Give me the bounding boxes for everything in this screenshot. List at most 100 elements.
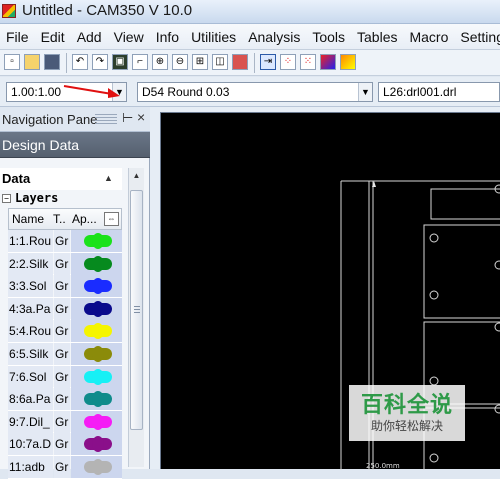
menu-add[interactable]: Add [77, 29, 102, 45]
layer-row[interactable]: 3:3.Sol Gr [8, 275, 122, 298]
design-data-tab[interactable]: Design Data [0, 132, 150, 158]
layers-table: 1:1.Rou Gr 2:2.Silk Gr 3:3.Sol Gr 4:3a.P… [8, 230, 122, 479]
zoom-all-icon[interactable]: ◫ [212, 54, 228, 70]
layer-appearance[interactable] [71, 410, 122, 433]
layer-type: Gr [54, 455, 70, 478]
layer-type: Gr [54, 365, 70, 388]
zoom-previous-icon[interactable] [232, 54, 248, 70]
chevron-down-icon[interactable]: ▼ [358, 83, 372, 101]
layer-row[interactable]: 5:4.Rou Gr [8, 320, 122, 343]
layer-name: 10:7a.D [8, 433, 53, 456]
layers-label: Layers [15, 191, 59, 205]
layer-row[interactable]: 7:6.Sol Gr [8, 365, 122, 389]
close-icon[interactable]: × [137, 109, 145, 125]
menu-analysis[interactable]: Analysis [248, 29, 300, 45]
layer-row[interactable]: 6:5.Silk Gr [8, 342, 122, 366]
layer-row[interactable]: 11:adb Gr [8, 455, 122, 479]
dcode-select[interactable]: D54 Round 0.03 ▼ [137, 82, 373, 102]
layer-type: Gr [54, 230, 70, 252]
layer-row[interactable]: 4:3a.Pa Gr [8, 297, 122, 321]
select-mode-icon[interactable]: ⇥ [260, 54, 276, 70]
scrollbar-thumb[interactable] [130, 190, 143, 430]
layers-column-header: Name T.. Ap... ⇔ [8, 208, 122, 230]
zoom-out-icon[interactable]: ⊖ [172, 54, 188, 70]
dcode-value: D54 Round 0.03 [142, 85, 230, 99]
menu-edit[interactable]: Edit [41, 29, 65, 45]
navigation-pane-title: Navigation Pane [2, 112, 98, 127]
navigation-scrollbar[interactable]: ▲ [128, 168, 144, 467]
menu-macro[interactable]: Macro [409, 29, 448, 45]
layer-row[interactable]: 10:7a.D Gr [8, 433, 122, 456]
menu-file[interactable]: File [6, 29, 29, 45]
drill-hole [494, 260, 500, 270]
pane-grip-handle[interactable] [95, 114, 117, 124]
menu-tools[interactable]: Tools [312, 29, 345, 45]
column-type[interactable]: T.. [53, 212, 66, 226]
new-file-icon[interactable]: ▫ [4, 54, 20, 70]
menu-view[interactable]: View [114, 29, 144, 45]
layer-colors-icon[interactable] [320, 54, 336, 70]
scroll-up-icon[interactable]: ▲ [129, 168, 144, 183]
snap-grid-icon[interactable]: ⁙ [300, 54, 316, 70]
layer-name: 9:7.Dil_ [8, 410, 53, 433]
redraw-icon[interactable]: ⌐ [132, 54, 148, 70]
collapse-up-icon[interactable]: ▲ [104, 173, 113, 183]
color-swatch [84, 300, 112, 317]
zoom-in-icon[interactable]: ⊕ [152, 54, 168, 70]
layer-name: 6:5.Silk [8, 342, 53, 365]
toolbar-separator [254, 53, 255, 73]
layer-row[interactable]: 9:7.Dil_ Gr [8, 410, 122, 434]
layer-select[interactable]: L26:drl001.drl [378, 82, 500, 102]
layer-name: 4:3a.Pa [8, 297, 53, 320]
save-disk-icon[interactable] [44, 54, 60, 70]
drill-hole [494, 322, 500, 332]
color-swatch [84, 345, 112, 362]
layer-type: Gr [54, 342, 70, 365]
layer-row[interactable]: 2:2.Silk Gr [8, 252, 122, 276]
open-folder-icon[interactable] [24, 54, 40, 70]
menu-bar: File Edit Add View Info Utilities Analys… [0, 24, 500, 50]
layer-appearance[interactable] [71, 342, 122, 365]
design-data-label: Design Data [2, 137, 80, 153]
app-icon [2, 4, 16, 18]
color-swatch [84, 413, 112, 430]
layer-appearance[interactable] [71, 320, 122, 343]
color-swatch [84, 323, 112, 340]
menu-info[interactable]: Info [156, 29, 179, 45]
color-swatch [84, 391, 112, 408]
layer-appearance[interactable] [71, 388, 122, 411]
watermark-subtitle: 助你轻松解决 [370, 419, 443, 433]
layer-appearance[interactable] [71, 455, 122, 478]
scale-value: 1.00:1.00 [11, 85, 62, 99]
menu-tables[interactable]: Tables [357, 29, 397, 45]
layer-name: 8:6a.Pa [8, 388, 53, 411]
highlight-icon[interactable] [340, 54, 356, 70]
layer-appearance[interactable] [71, 230, 122, 252]
column-name[interactable]: Name [12, 212, 44, 226]
collapse-minus-icon[interactable]: − [2, 194, 11, 203]
layer-appearance[interactable] [71, 433, 122, 456]
layer-appearance[interactable] [71, 275, 122, 298]
layers-node[interactable]: − Layers [0, 190, 122, 208]
undo-icon[interactable]: ↶ [72, 54, 88, 70]
layer-appearance[interactable] [71, 252, 122, 275]
menu-settings[interactable]: Settings [460, 29, 500, 45]
grid-icon[interactable]: ⁘ [280, 54, 296, 70]
column-appearance[interactable]: Ap... [72, 212, 97, 226]
color-swatch [84, 458, 112, 475]
title-bar: Untitled - CAM350 V 10.0 [0, 0, 500, 24]
zoom-window-icon[interactable]: ⊞ [192, 54, 208, 70]
redo-icon[interactable]: ↷ [92, 54, 108, 70]
pin-icon[interactable]: ⊢ [122, 110, 133, 126]
layer-appearance[interactable] [71, 297, 122, 320]
snapshot-icon[interactable]: ▣ [112, 54, 128, 70]
layer-appearance[interactable] [71, 365, 122, 388]
layer-type: Gr [54, 297, 70, 320]
menu-utilities[interactable]: Utilities [191, 29, 236, 45]
layer-name: 5:4.Rou [8, 320, 53, 343]
layer-row[interactable]: 8:6a.Pa Gr [8, 388, 122, 411]
column-options-icon[interactable]: ⇔ [104, 212, 119, 226]
drill-hole [429, 376, 439, 386]
layer-name: 11:adb [8, 455, 53, 478]
layer-row[interactable]: 1:1.Rou Gr [8, 230, 122, 253]
